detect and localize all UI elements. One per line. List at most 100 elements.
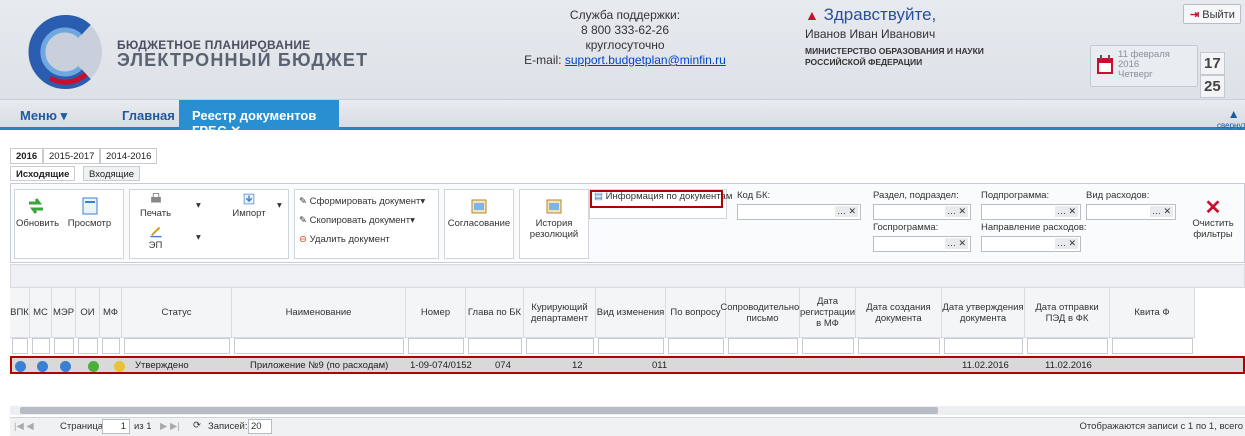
support-hours: круглосуточно — [585, 38, 665, 52]
column-filter-input[interactable] — [1027, 338, 1108, 354]
column-filter-input[interactable] — [858, 338, 940, 354]
refresh-button[interactable]: Обновить — [16, 196, 60, 229]
column-header[interactable]: Курирующий департамент — [524, 288, 596, 338]
horizontal-scrollbar[interactable] — [10, 406, 1245, 415]
column-header[interactable]: Дата утверждения документа — [942, 288, 1025, 338]
records-input[interactable]: 20 — [248, 419, 272, 434]
column-filter-input[interactable] — [728, 338, 798, 354]
column-header[interactable]: МФ — [100, 288, 122, 338]
table-row[interactable]: Утверждено Приложение №9 (по расходам) 1… — [10, 356, 1245, 374]
organization: МИНИСТЕРСТВО ОБРАЗОВАНИЯ И НАУКИ РОССИЙСК… — [805, 46, 1055, 68]
column-header[interactable]: Дата регистрации в МФ — [800, 288, 856, 338]
ep-button[interactable]: ЭП — [133, 224, 178, 251]
printer-icon — [150, 193, 161, 203]
support-email-link[interactable]: support.budgetplan@minfin.ru — [565, 53, 726, 67]
print-dropdown-arrow[interactable]: ▾ — [196, 200, 201, 211]
column-filter-input[interactable] — [802, 338, 854, 354]
podprog-actions[interactable]: … ✕ — [1054, 206, 1078, 217]
column-filter-input[interactable] — [408, 338, 464, 354]
import-dropdown-arrow[interactable]: ▾ — [277, 200, 282, 211]
approve-icon — [471, 199, 487, 214]
column-header[interactable]: Квита Ф — [1110, 288, 1195, 338]
kod-bk-label: Код БК: — [737, 190, 771, 201]
razdel-actions[interactable]: … ✕ — [944, 206, 968, 217]
import-button[interactable]: Импорт — [229, 192, 269, 219]
column-header[interactable]: МЭР — [52, 288, 76, 338]
kod-bk-input[interactable]: … ✕ — [737, 204, 861, 220]
import-label: Импорт — [232, 208, 266, 219]
tab-outgoing[interactable]: Исходящие — [10, 166, 76, 181]
user-icon: ▲ — [805, 7, 819, 23]
next-page-icon[interactable]: ▶ ▶| — [160, 421, 180, 432]
gosprog-actions[interactable]: … ✕ — [944, 238, 968, 249]
column-header[interactable]: Глава по БК — [466, 288, 524, 338]
first-page-icon[interactable]: |◀ ◀ — [14, 421, 34, 432]
logout-button[interactable]: ⇥ Выйти — [1183, 4, 1241, 24]
refresh-label: Обновить — [16, 218, 60, 229]
print-button[interactable]: Печать — [133, 192, 178, 219]
tab-incoming[interactable]: Входящие — [83, 166, 141, 181]
delete-doc-button[interactable]: ⊖ Удалить документ — [299, 234, 390, 245]
razdel-input[interactable]: … ✕ — [873, 204, 971, 220]
napr-actions[interactable]: … ✕ — [1054, 238, 1078, 249]
column-header[interactable]: Дата отправки ПЭД в ФК — [1025, 288, 1110, 338]
column-header[interactable]: ОИ — [76, 288, 100, 338]
column-filter-input[interactable] — [1112, 338, 1193, 354]
column-filter-input[interactable] — [668, 338, 724, 354]
column-filter-input[interactable] — [78, 338, 98, 354]
tab-year-2014-2016[interactable]: 2014-2016 — [100, 148, 158, 164]
podprog-input[interactable]: … ✕ — [981, 204, 1081, 220]
scrollbar-thumb[interactable] — [20, 407, 938, 414]
history-button[interactable]: История резолюций — [521, 196, 587, 240]
app-header: БЮДЖЕТНОЕ ПЛАНИРОВАНИЕ ЭЛЕКТРОННЫЙ БЮДЖЕ… — [0, 0, 1245, 100]
main-nav: Меню ▾ Главная Реестр документов ГРБС ✕ — [0, 100, 1245, 138]
form-doc-button[interactable]: ✎ Сформировать документ▾ — [299, 196, 425, 207]
column-filter-input[interactable] — [12, 338, 28, 354]
gosprog-input[interactable]: … ✕ — [873, 236, 971, 252]
column-header[interactable]: Наименование — [232, 288, 406, 338]
column-filter-input[interactable] — [234, 338, 404, 354]
column-header[interactable]: По вопросу — [666, 288, 726, 338]
column-filter-input[interactable] — [32, 338, 50, 354]
logout-icon: ⇥ — [1190, 9, 1200, 21]
column-filter-input[interactable] — [598, 338, 664, 354]
vid-rash-actions[interactable]: … ✕ — [1149, 206, 1173, 217]
page-input[interactable]: 1 — [102, 419, 130, 434]
ep-dropdown-arrow[interactable]: ▾ — [196, 232, 201, 243]
column-filter-input[interactable] — [54, 338, 74, 354]
tab-year-2015-2017[interactable]: 2015-2017 — [43, 148, 101, 164]
records-status: Отображаются записи с 1 по 1, всего — [1079, 421, 1244, 432]
clear-filters-button[interactable]: ✕ Очистить фильтры — [1187, 198, 1239, 240]
column-header[interactable]: Дата создания документа — [856, 288, 942, 338]
napr-input[interactable]: … ✕ — [981, 236, 1081, 252]
column-header[interactable]: Статус — [122, 288, 232, 338]
column-header[interactable]: Сопроводительное письмо — [720, 288, 805, 338]
pencil-icon: ✎ — [299, 196, 307, 207]
nav-home[interactable]: Главная — [122, 108, 175, 123]
ep-label: ЭП — [148, 240, 163, 251]
tab-year-2016[interactable]: 2016 — [10, 148, 44, 164]
close-icon[interactable]: ✕ — [230, 123, 241, 138]
copy-doc-button[interactable]: ✎ Скопировать документ▾ — [299, 215, 415, 226]
column-filter-input[interactable] — [102, 338, 120, 354]
kod-bk-actions[interactable]: … ✕ — [834, 206, 858, 217]
approve-button[interactable]: Согласование — [446, 196, 512, 229]
column-filter-input[interactable] — [944, 338, 1023, 354]
cell-name: Приложение №9 (по расходам) — [250, 360, 389, 371]
column-header[interactable]: Номер — [406, 288, 466, 338]
collapse-button[interactable]: ▲свернуть — [1217, 107, 1245, 130]
column-filter-input[interactable] — [468, 338, 522, 354]
date-weekday: Четверг — [1118, 69, 1153, 80]
view-button[interactable]: Просмотр — [67, 196, 112, 229]
page-label: Страница — [60, 421, 104, 432]
tab-registry[interactable]: Реестр документов ГРБС ✕ — [179, 100, 339, 138]
column-filter-input[interactable] — [526, 338, 594, 354]
column-header[interactable]: ВПК — [10, 288, 30, 338]
grouping-band — [10, 264, 1245, 288]
column-filter-input[interactable] — [124, 338, 230, 354]
vid-rash-input[interactable]: … ✕ — [1086, 204, 1176, 220]
refresh-small-icon[interactable]: ⟳ — [193, 420, 201, 431]
column-header[interactable]: МС — [30, 288, 52, 338]
menu-dropdown[interactable]: Меню ▾ — [20, 108, 67, 124]
column-header[interactable]: Вид изменения — [596, 288, 666, 338]
